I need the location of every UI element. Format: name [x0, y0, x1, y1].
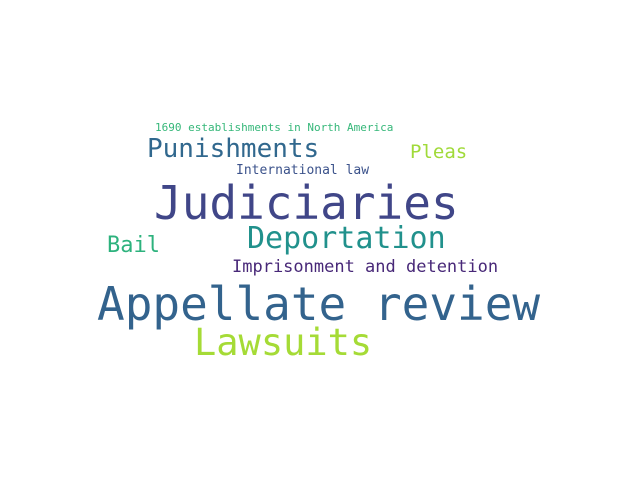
word-judiciaries: Judiciaries — [154, 176, 459, 230]
word-pleas: Pleas — [410, 141, 468, 163]
word-bail: Bail — [107, 233, 160, 258]
word-imprisonment-and-detention: Imprisonment and detention — [232, 257, 499, 277]
word-cloud: 1690 establishments in North America Pun… — [0, 0, 640, 480]
word-1690-establishments: 1690 establishments in North America — [155, 121, 394, 134]
word-lawsuits: Lawsuits — [194, 321, 373, 364]
word-punishments: Punishments — [147, 134, 320, 164]
word-deportation: Deportation — [247, 221, 446, 256]
